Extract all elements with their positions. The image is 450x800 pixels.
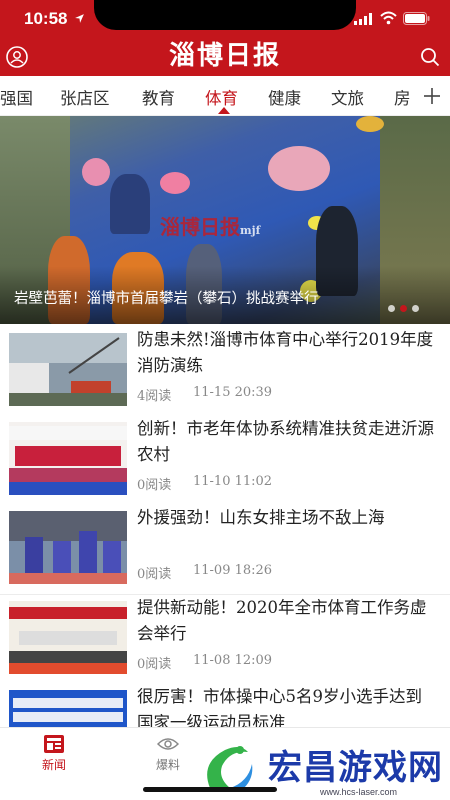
add-channel-icon[interactable] [422, 86, 442, 106]
wifi-icon [380, 11, 397, 25]
news-title: 创新！市老年体协系统精准扶贫走进沂源农村 [137, 419, 434, 464]
status-time: 10:58 [24, 9, 68, 28]
news-thumbnail [9, 511, 127, 584]
nav-news[interactable]: 新闻 [14, 728, 94, 778]
climbing-hold [268, 146, 330, 191]
climbing-hold [356, 116, 384, 132]
cellular-signal-icon [354, 13, 372, 25]
eye-icon [157, 738, 179, 750]
news-thumbnail [9, 333, 127, 406]
publish-time: 11-08 12:09 [193, 653, 273, 668]
category-tabs: 强国 张店区 教育 体育 健康 文旅 房 [0, 76, 450, 116]
carousel-dot[interactable] [412, 305, 419, 312]
featured-banner[interactable]: 淄博日报mjf 岩壁芭蕾！淄博市首届攀岩（攀石）挑战赛举行 [0, 116, 450, 324]
tab-qiangguo[interactable]: 强国 [0, 85, 33, 109]
watermark-url: www.hcs-laser.com [320, 787, 398, 797]
status-bar: 10:58 [0, 0, 450, 40]
news-title: 防患未然!淄博市体育中心举行2019年度消防演练 [137, 330, 434, 375]
read-count: 4阅读 [137, 389, 172, 404]
home-indicator [143, 787, 277, 792]
active-tab-indicator [218, 107, 230, 114]
news-title: 外援强劲！山东女排主场不敌上海 [137, 508, 385, 527]
tab-education[interactable]: 教育 [142, 85, 175, 109]
nav-label: 新闻 [41, 758, 66, 772]
news-thumbnail [9, 422, 127, 495]
user-profile-icon[interactable] [6, 46, 28, 68]
app-header: 淄博日报 [0, 38, 450, 76]
carousel-dots [388, 305, 448, 315]
tab-health[interactable]: 健康 [268, 85, 301, 109]
battery-icon [403, 12, 430, 25]
tab-zhangdian[interactable]: 张店区 [60, 85, 110, 109]
location-arrow-icon [75, 14, 84, 23]
publish-time: 11-15 20:39 [193, 385, 273, 400]
search-icon[interactable] [420, 47, 440, 67]
climbing-hold [82, 158, 110, 186]
banner-title: 岩壁芭蕾！淄博市首届攀岩（攀石）挑战赛举行 [14, 291, 319, 307]
read-count: 0阅读 [137, 657, 172, 672]
publish-time: 11-10 11:02 [193, 474, 273, 489]
read-count: 0阅读 [137, 567, 172, 582]
news-item[interactable]: 防患未然!淄博市体育中心举行2019年度消防演练 4阅读 11-15 20:39 [0, 327, 450, 417]
app-logo: 淄博日报 [168, 41, 281, 71]
notch [94, 0, 356, 30]
newspaper-icon [44, 735, 64, 753]
publish-time: 11-09 18:26 [193, 563, 273, 578]
news-item[interactable]: 外援强劲！山东女排主场不敌上海 0阅读 11-09 18:26 [0, 505, 450, 595]
climber-figure [110, 174, 150, 234]
news-thumbnail [9, 601, 127, 674]
news-item[interactable]: 创新！市老年体协系统精准扶贫走进沂源农村 0阅读 11-10 11:02 [0, 416, 450, 506]
carousel-dot-active[interactable] [400, 305, 407, 312]
read-count: 0阅读 [137, 478, 172, 493]
climbing-hold [160, 172, 190, 194]
nav-label: 爆料 [155, 758, 180, 772]
news-title: 提供新动能！2020年全市体育工作务虚会举行 [137, 598, 427, 643]
nav-tips[interactable]: 爆料 [128, 728, 208, 778]
banner-watermark: 淄博日报mjf [160, 215, 261, 239]
tab-culture-travel[interactable]: 文旅 [331, 85, 364, 109]
tab-housing[interactable]: 房 [394, 85, 411, 109]
news-item[interactable]: 提供新动能！2020年全市体育工作务虚会举行 0阅读 11-08 12:09 [0, 595, 450, 685]
tab-sports[interactable]: 体育 [205, 85, 238, 109]
carousel-dot[interactable] [388, 305, 395, 312]
watermark-text: 宏昌游戏网 [268, 748, 443, 788]
